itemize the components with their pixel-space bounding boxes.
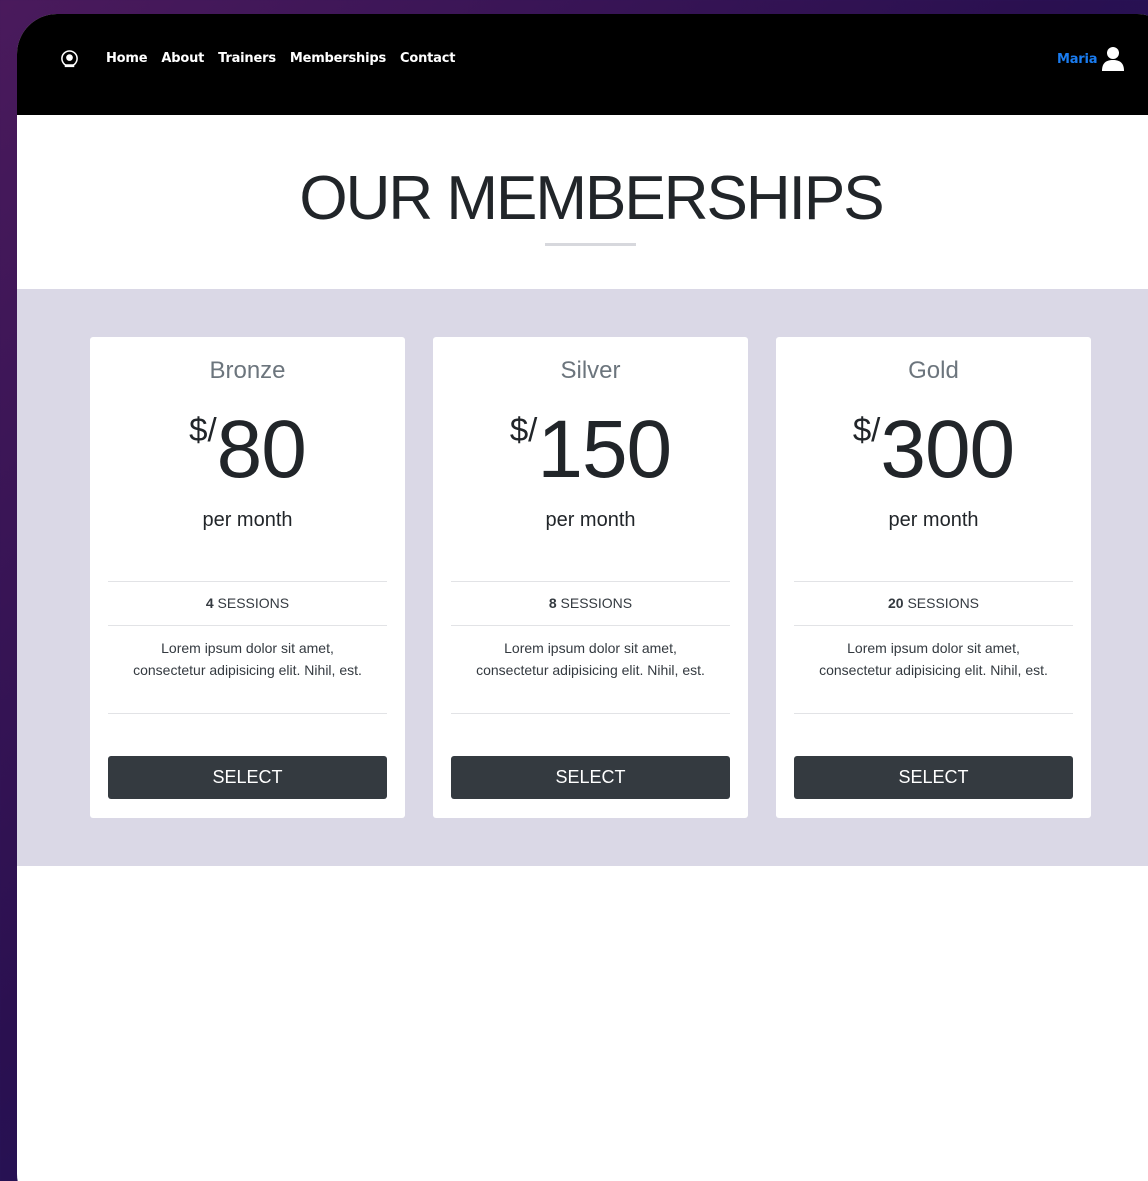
- plan-sessions: 20 SESSIONS: [776, 595, 1091, 611]
- price-amount: 150: [537, 404, 672, 495]
- price-currency: $/: [509, 411, 538, 448]
- plan-description: Lorem ipsum dolor sit amet, consectetur …: [819, 640, 1048, 678]
- nav-links: Home About Trainers Memberships Contact: [106, 51, 469, 66]
- pricing-section: Bronze $/80 per month 4 SESSIONS Lorem i…: [17, 289, 1148, 866]
- title-underline: [545, 243, 636, 246]
- user-menu[interactable]: Maria: [1057, 46, 1125, 72]
- price-period: per month: [545, 509, 636, 531]
- sessions-count: 8: [548, 595, 557, 611]
- divider: [451, 625, 730, 626]
- select-gold-button[interactable]: SELECT: [794, 756, 1073, 799]
- nav-link-about[interactable]: About: [161, 51, 204, 66]
- select-bronze-button[interactable]: SELECT: [108, 756, 387, 799]
- nav-link-memberships[interactable]: Memberships: [290, 51, 386, 66]
- divider: [451, 713, 730, 714]
- plan-card-silver: Silver $/150 per month 8 SESSIONS Lorem …: [433, 337, 748, 818]
- navbar: Home About Trainers Memberships Contact …: [17, 14, 1148, 115]
- price-period: per month: [202, 509, 293, 531]
- sessions-count: 4: [205, 595, 214, 611]
- divider: [451, 581, 730, 582]
- select-silver-button[interactable]: SELECT: [451, 756, 730, 799]
- plan-sessions: 4 SESSIONS: [90, 595, 405, 611]
- plan-name: Gold: [908, 357, 959, 384]
- price-amount: 80: [216, 404, 307, 495]
- sessions-count: 20: [887, 595, 904, 611]
- nav-link-home[interactable]: Home: [106, 51, 148, 66]
- sessions-label: SESSIONS: [907, 595, 980, 611]
- price-period: per month: [888, 509, 979, 531]
- user-icon[interactable]: [1101, 46, 1125, 72]
- plan-card-gold: Gold $/300 per month 20 SESSIONS Lorem i…: [776, 337, 1091, 818]
- sessions-label: SESSIONS: [217, 595, 290, 611]
- divider: [108, 713, 387, 714]
- divider: [108, 625, 387, 626]
- nav-link-trainers[interactable]: Trainers: [218, 51, 276, 66]
- app-window: Home About Trainers Memberships Contact …: [17, 14, 1148, 1181]
- nav-link-contact[interactable]: Contact: [400, 51, 455, 66]
- price-currency: $/: [189, 411, 217, 448]
- divider: [794, 581, 1073, 582]
- divider: [794, 713, 1073, 714]
- plan-price: $/150: [433, 409, 748, 491]
- gym-logo-icon[interactable]: [60, 50, 79, 69]
- plan-description: Lorem ipsum dolor sit amet, consectetur …: [133, 640, 362, 678]
- divider: [108, 581, 387, 582]
- plan-card-bronze: Bronze $/80 per month 4 SESSIONS Lorem i…: [90, 337, 405, 818]
- price-amount: 300: [880, 404, 1015, 495]
- divider: [794, 625, 1073, 626]
- plan-price: $/80: [90, 409, 405, 491]
- plan-price: $/300: [776, 409, 1091, 491]
- plan-name: Bronze: [209, 357, 286, 384]
- plan-description: Lorem ipsum dolor sit amet, consectetur …: [476, 640, 705, 678]
- page-title: OUR MEMBERSHIPS: [299, 164, 884, 233]
- memberships-heading: OUR MEMBERSHIPS: [17, 115, 1148, 290]
- price-currency: $/: [852, 411, 881, 448]
- sessions-label: SESSIONS: [560, 595, 633, 611]
- plan-name: Silver: [560, 357, 621, 384]
- plan-sessions: 8 SESSIONS: [433, 595, 748, 611]
- user-name[interactable]: Maria: [1057, 52, 1098, 67]
